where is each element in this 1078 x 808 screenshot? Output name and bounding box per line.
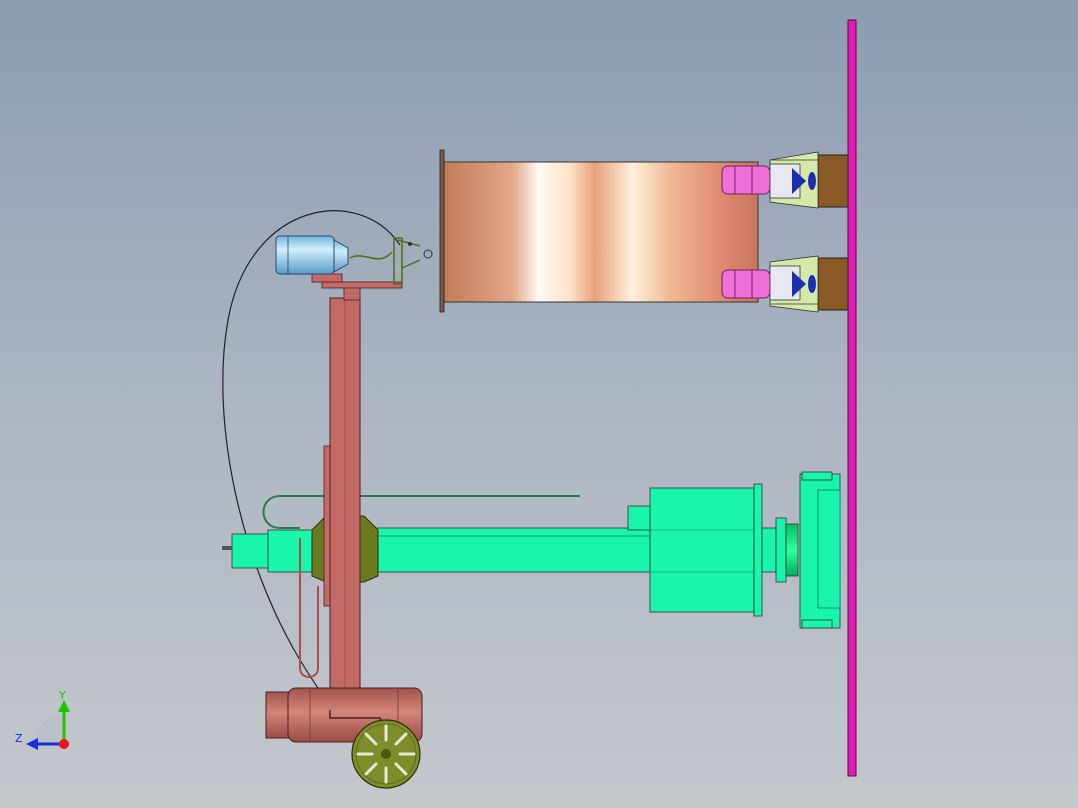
wall-plate[interactable] <box>847 19 857 777</box>
y-axis-label: Y <box>58 689 66 702</box>
cad-viewport[interactable]: Y Z <box>0 0 1078 808</box>
triad-arc <box>34 714 64 744</box>
mast-column[interactable] <box>311 273 403 711</box>
torch-motor[interactable] <box>275 235 349 275</box>
axis-triad: Y Z <box>15 689 70 750</box>
torch-holder[interactable] <box>349 237 433 285</box>
x-axis-dot <box>59 739 69 749</box>
z-axis-arrow-icon <box>26 738 38 750</box>
workpiece-cylinder[interactable] <box>439 149 759 313</box>
drive-wheel[interactable] <box>351 719 421 789</box>
z-axis-label: Z <box>15 732 23 745</box>
hose-upper <box>262 495 580 529</box>
welding-cable <box>222 210 401 746</box>
